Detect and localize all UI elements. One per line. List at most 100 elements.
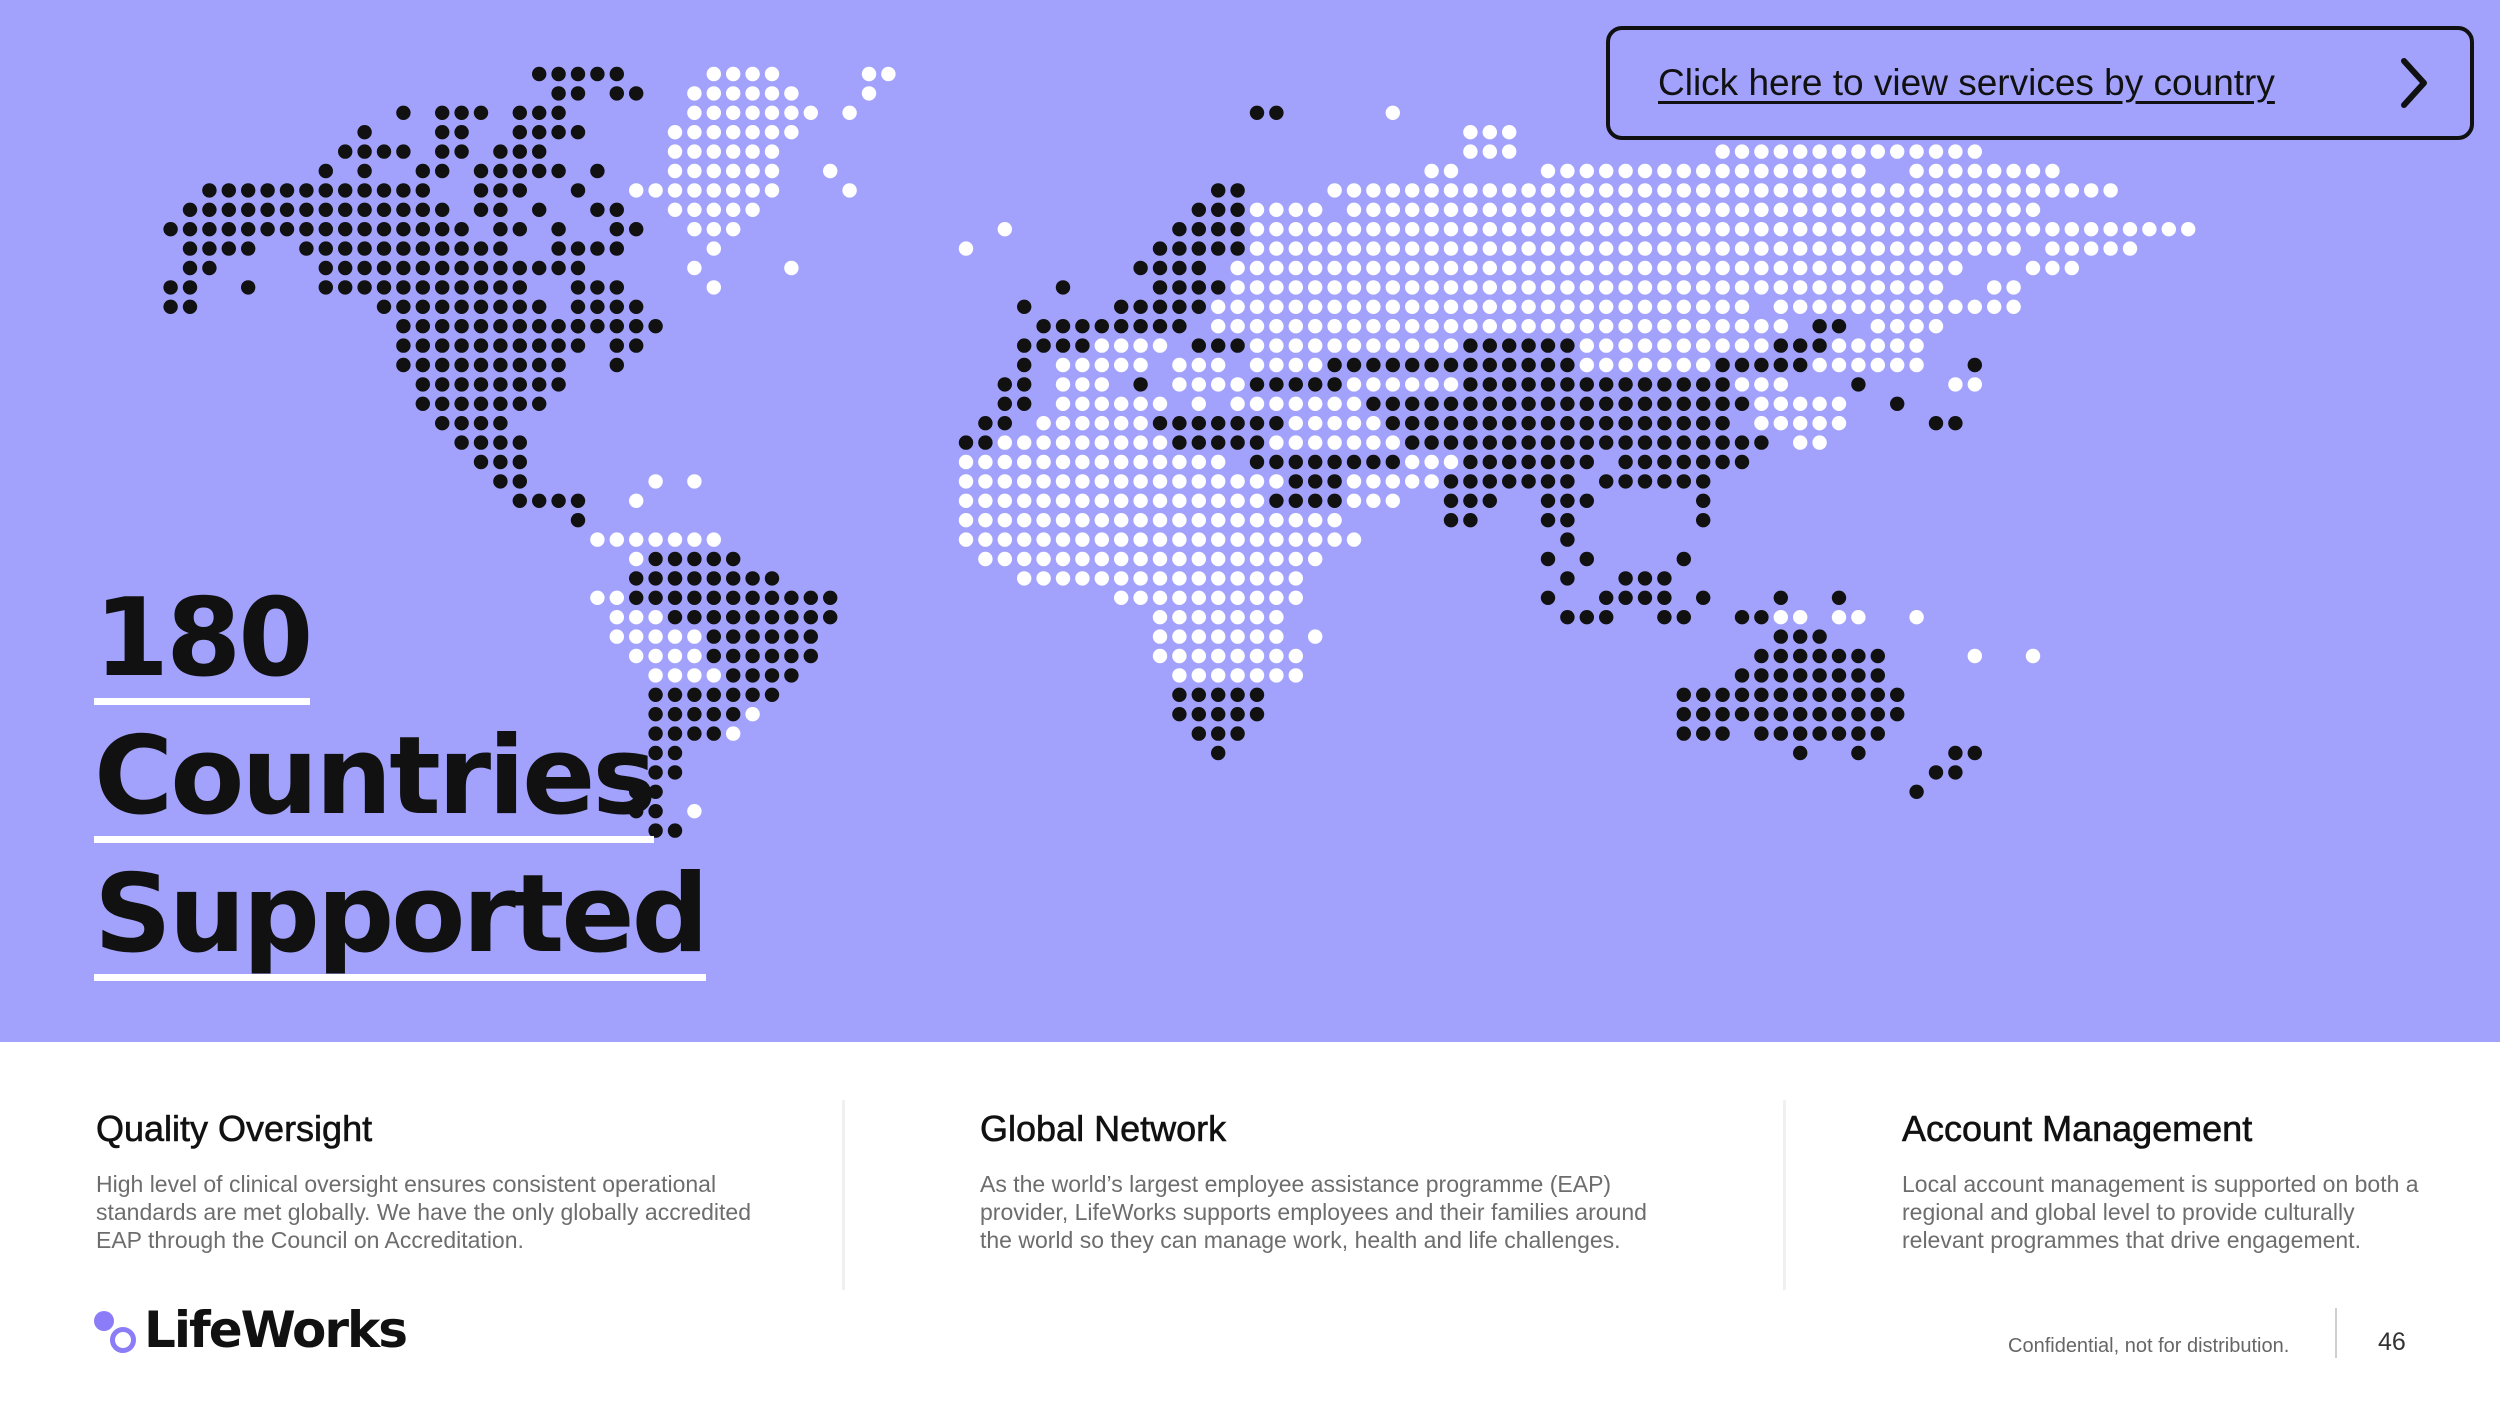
map-dot	[1308, 435, 1323, 450]
map-dot	[1230, 260, 1245, 276]
map-dot	[1734, 280, 1750, 295]
map-dot	[687, 202, 702, 217]
map-dot-served	[1172, 687, 1187, 702]
map-dot	[1734, 241, 1750, 256]
map-dot	[1676, 241, 1692, 256]
map-dot	[1851, 338, 1866, 353]
map-dot	[1773, 299, 1789, 314]
map-dot-served	[764, 629, 780, 644]
map-dot	[784, 86, 799, 101]
map-dot	[2142, 222, 2157, 237]
map-dot	[1114, 454, 1129, 470]
map-dot-served	[357, 183, 372, 198]
map-dot	[1191, 357, 1207, 373]
map-dot	[1831, 280, 1847, 295]
map-dot	[706, 202, 721, 217]
map-dot	[1269, 338, 1284, 353]
map-dot	[1443, 319, 1459, 334]
map-dot-served	[1734, 357, 1750, 373]
map-dot-served	[473, 396, 489, 411]
map-dot	[1560, 241, 1575, 256]
map-dot-served	[1870, 668, 1886, 683]
map-dot	[1133, 474, 1148, 489]
map-dot-served	[551, 377, 566, 392]
map-dot-served	[454, 125, 469, 140]
map-dot-served	[1191, 435, 1207, 450]
map-dot	[1618, 280, 1633, 295]
map-dot	[1890, 202, 1905, 217]
map-dot	[1773, 183, 1789, 198]
map-dot-served	[357, 280, 372, 295]
map-dot-served	[1696, 454, 1711, 470]
map-dot	[1928, 299, 1944, 314]
map-dot-served	[590, 299, 605, 314]
map-dot	[1463, 202, 1478, 217]
map-dot	[1191, 551, 1207, 567]
map-dot	[1269, 319, 1284, 334]
map-dot	[1346, 241, 1362, 256]
map-dot-served	[512, 319, 527, 334]
map-dot	[1152, 551, 1168, 567]
map-dot	[1463, 125, 1478, 140]
map-dot	[1269, 222, 1284, 237]
map-dot-served	[454, 396, 469, 411]
map-dot-served	[1793, 726, 1808, 741]
map-dot-served	[415, 163, 430, 179]
map-dot-served	[1405, 357, 1420, 373]
map-dot	[706, 222, 721, 237]
map-dot	[1075, 454, 1090, 470]
map-dot-served	[1754, 726, 1769, 741]
map-dot-served	[1016, 357, 1032, 373]
map-dot	[1870, 338, 1886, 353]
map-dot	[1657, 241, 1672, 256]
map-dot-served	[1637, 571, 1653, 586]
map-dot	[1637, 357, 1653, 373]
map-dot	[667, 144, 683, 159]
map-dot	[1288, 241, 1304, 256]
map-dot	[1288, 532, 1304, 547]
map-dot-served	[1482, 357, 1498, 373]
map-dot-served	[182, 299, 198, 314]
map-dot	[1599, 299, 1614, 314]
map-dot-served	[1851, 745, 1866, 761]
map-dot	[1696, 222, 1711, 237]
map-dot-served	[1191, 416, 1207, 431]
map-dot-served	[396, 241, 411, 256]
map-dot	[667, 163, 683, 179]
map-dot-served	[1540, 396, 1556, 411]
map-dot	[861, 66, 877, 82]
map-dot	[1016, 571, 1032, 586]
map-dot-served	[1696, 416, 1711, 431]
map-dot	[1851, 299, 1866, 314]
map-dot	[1870, 183, 1886, 198]
map-dot-served	[823, 590, 838, 605]
map-dot-served	[163, 299, 178, 314]
map-dot-served	[454, 416, 469, 431]
map-dot	[2045, 183, 2060, 198]
map-dot-served	[1230, 687, 1245, 702]
map-dot-served	[1793, 668, 1808, 683]
lifeworks-logo-text: LifeWorks	[144, 1301, 408, 1359]
map-dot	[1890, 338, 1905, 353]
map-dot-served	[1812, 726, 1827, 741]
map-dot-served	[997, 416, 1012, 431]
map-dot-served	[435, 105, 450, 121]
map-dot-served	[803, 590, 818, 605]
map-dot	[1075, 513, 1090, 528]
map-dot	[1928, 260, 1944, 276]
map-dot-served	[338, 183, 353, 198]
map-dot-served	[1715, 454, 1730, 470]
map-dot-served	[1327, 493, 1342, 508]
map-dot	[1308, 551, 1323, 567]
map-dot	[1715, 144, 1730, 159]
map-dot-served	[1773, 590, 1789, 605]
map-dot-served	[260, 183, 275, 198]
map-dot	[1366, 416, 1381, 431]
map-dot	[1676, 319, 1692, 334]
map-dot	[2064, 222, 2079, 237]
map-dot	[1463, 144, 1478, 159]
map-dot-served	[1560, 435, 1575, 450]
map-dot-served	[473, 105, 489, 121]
map-dot	[1055, 396, 1071, 411]
view-services-by-country-link[interactable]: Click here to view services by country	[1606, 26, 2474, 140]
